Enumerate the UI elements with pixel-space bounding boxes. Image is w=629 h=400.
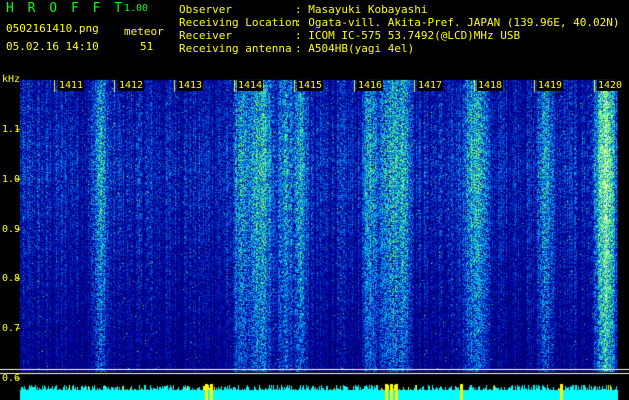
- y-tick-label: 0.6: [2, 373, 21, 384]
- y-tick-label: 0.8: [2, 273, 21, 284]
- time-mark-label: 1413: [177, 80, 204, 91]
- time-mark-label: 1416: [357, 80, 384, 91]
- station-label: Observer: [179, 3, 232, 16]
- y-tick-label: 1.1: [2, 124, 21, 135]
- station-receiver: Receiver : ICOM IC-575 53.7492(@LCD)MHz …: [179, 29, 620, 42]
- time-mark-label: 1412: [118, 80, 145, 91]
- station-info: Observer : Masayuki Kobayashi Receiving …: [179, 3, 620, 55]
- time-mark-label: 1419: [537, 80, 564, 91]
- station-label: Receiver: [179, 29, 232, 42]
- station-label: Receiving Location: [179, 16, 299, 29]
- time-mark-label: 1414: [237, 80, 264, 91]
- datetime-label: 05.02.16 14:10: [6, 40, 99, 53]
- station-value: : ICOM IC-575 53.7492(@LCD)MHz USB: [295, 29, 521, 42]
- time-mark-label: 1415: [297, 80, 324, 91]
- station-value: : A504HB(yagi 4el): [295, 42, 415, 55]
- app-title: H R O F F T: [6, 1, 126, 16]
- y-tick-label: 0.9: [2, 224, 21, 235]
- station-location: Receiving Location : Ogata-vill. Akita-P…: [179, 16, 620, 29]
- mode-label: meteor: [124, 25, 164, 38]
- station-antenna: Receiving antenna : A504HB(yagi 4el): [179, 42, 620, 55]
- time-mark-label: 1417: [417, 80, 444, 91]
- time-mark-label: 1420: [597, 80, 624, 91]
- filename-label: 0502161410.png: [6, 22, 99, 35]
- station-label: Receiving antenna: [179, 42, 292, 55]
- time-mark-label: 1418: [477, 80, 504, 91]
- station-observer: Observer : Masayuki Kobayashi: [179, 3, 620, 16]
- y-tick-label: 0.7: [2, 323, 21, 334]
- y-tick-label: 1.0: [2, 174, 21, 185]
- spectrogram-plot: [0, 0, 629, 400]
- station-value: : Masayuki Kobayashi: [295, 3, 428, 16]
- y-axis-unit: kHz: [2, 74, 21, 85]
- station-value: : Ogata-vill. Akita-Pref. JAPAN (139.96E…: [295, 16, 620, 29]
- time-mark-label: 1411: [58, 80, 85, 91]
- meteor-count: 51: [140, 40, 154, 53]
- app-version: 1.00: [124, 3, 149, 14]
